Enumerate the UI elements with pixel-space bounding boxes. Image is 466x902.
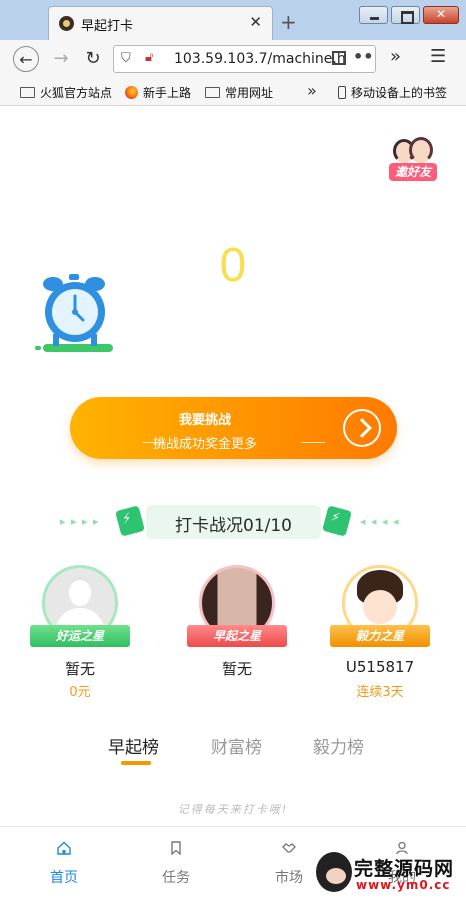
toolbar-overflow-icon[interactable]: » [390,46,401,67]
nav-tasks[interactable]: 任务 [146,841,206,887]
qr-code-icon[interactable] [332,51,346,65]
window-maximize-button[interactable] [391,6,420,24]
star-winners: 好运之星 暂无 0元 早起之星 暂无 毅力之星 U515817 连续3天 [0,565,466,705]
firefox-icon [125,86,138,99]
invite-label: 邀好友 [389,163,437,181]
star-badge: 早起之星 [187,625,287,647]
window-close-button[interactable] [423,6,459,24]
page-content: 邀好友 0 我要挑战 挑战成功奖金更多 ▸ ▸ ▸ ▸ 打卡战况01/10 ◂ … [0,107,466,825]
bookmark-item[interactable]: 新手上路 [125,84,191,101]
nav-market[interactable]: 市场 [259,841,319,887]
chevrons-decor: ▸ ▸ ▸ ▸ [60,515,100,528]
friend-face-icon [409,137,433,163]
browser-tab[interactable]: 早起打卡 ✕ [48,6,273,40]
shield-icon[interactable]: ⛉ [121,51,131,66]
reload-icon[interactable]: ↻ [80,46,106,72]
watermark-text: 完整源码网 [354,858,455,880]
status-pill: 打卡战况01/10 [146,505,321,539]
challenge-subtitle: 挑战成功奖金更多 [152,437,257,452]
mobile-device-icon [338,86,346,99]
home-icon [57,841,71,855]
page-actions-icon[interactable]: ••• [353,47,375,66]
star-name: 暂无 [221,660,252,678]
folder-icon [205,87,220,98]
nav-label: 市场 [275,870,303,886]
star-detail: 连续3天 [356,685,404,700]
nav-label: 首页 [50,870,78,886]
reminder-text: 记得每天来打卡哦! [177,803,289,816]
navigation-toolbar: ← → ↻ ⛉ 🔓︎ 103.59.103.7/machine.h ••• » … [0,40,466,78]
star-badge: 好运之星 [30,625,130,647]
challenge-button[interactable]: 我要挑战 挑战成功奖金更多 [70,397,397,459]
divider [301,442,325,443]
bookmark-item[interactable]: 常用网址 [205,84,273,101]
window-titlebar: 早起打卡 ✕ + [0,0,466,40]
window-minimize-button[interactable] [359,6,388,24]
star-detail: 0元 [69,685,91,700]
tab-persistence-rank[interactable]: 毅力榜 [313,733,364,758]
status-text: 打卡战况01/10 [175,516,292,536]
invite-friends-button[interactable]: 邀好友 [389,135,437,183]
bookmark-item[interactable]: 火狐官方站点 [20,84,112,101]
url-text[interactable]: 103.59.103.7/machine.h [174,51,346,67]
folder-icon [20,87,35,98]
chevrons-decor: ◂ ◂ ◂ ◂ [360,515,400,528]
checkin-counter: 0 [219,239,247,292]
star-name: 暂无 [64,660,95,678]
bookmark-item[interactable]: 移动设备上的书签 [338,84,447,101]
address-bar[interactable]: ⛉ 🔓︎ 103.59.103.7/machine.h ••• [113,45,376,73]
watermark-logo-icon [316,852,352,892]
tab-title: 早起打卡 [81,19,134,34]
bookmarks-toolbar: 火狐官方站点 新手上路 常用网址 » 移动设备上的书签 [0,78,466,106]
alarm-clock-icon [35,274,113,352]
forward-arrow-icon[interactable]: → [48,46,74,72]
nav-home[interactable]: 首页 [34,841,94,887]
chevron-right-icon [343,409,381,447]
tab-close-icon[interactable]: ✕ [249,13,262,31]
watermark-url: www.ym0.cc [356,878,451,892]
ranking-tabs: 早起榜 财富榜 毅力榜 [0,727,466,767]
new-tab-button[interactable]: + [280,10,297,34]
tab-wealth-rank[interactable]: 财富榜 [211,733,262,758]
hamburger-menu-icon[interactable]: ☰ [430,46,446,67]
bookmarks-overflow-icon[interactable]: » [307,81,317,100]
site-watermark: 完整源码网 www.ym0.cc [312,846,462,898]
site-favicon-icon [59,16,74,31]
checkin-status: ▸ ▸ ▸ ▸ 打卡战况01/10 ◂ ◂ ◂ ◂ [60,505,407,539]
challenge-title: 我要挑战 [178,413,231,428]
handshake-icon [282,843,296,853]
bookmark-icon [171,841,181,855]
tab-early-rank[interactable]: 早起榜 [108,733,159,758]
insecure-lock-icon[interactable]: 🔓︎ [145,50,153,65]
back-arrow-icon[interactable]: ← [13,46,39,72]
lightning-ticket-icon [322,505,352,537]
lightning-ticket-icon [115,505,145,537]
active-tab-indicator [121,761,151,765]
nav-label: 任务 [162,870,190,886]
star-name: U515817 [345,658,415,676]
star-badge: 毅力之星 [330,625,430,647]
